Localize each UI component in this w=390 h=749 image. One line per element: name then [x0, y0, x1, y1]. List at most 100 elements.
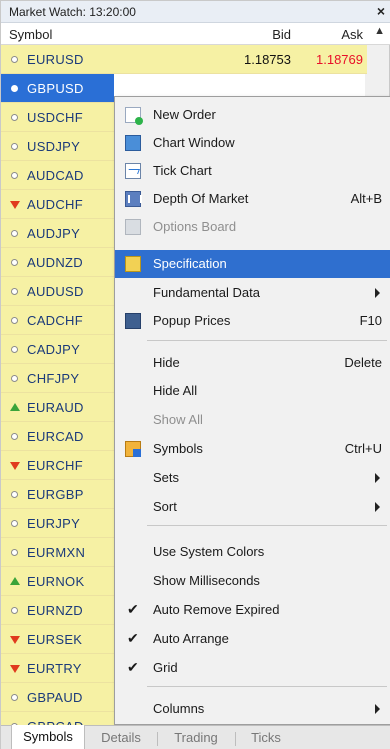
- menu-label: Symbols: [153, 441, 203, 456]
- symbol-name: CADCHF: [27, 313, 83, 328]
- symbol-name: EURGBP: [27, 487, 84, 502]
- symbol-name: AUDUSD: [27, 284, 84, 299]
- table-row[interactable]: EURUSD 1.18753 1.18769: [1, 45, 367, 74]
- menu-label: Hide All: [153, 383, 198, 398]
- neutral-tick-icon: [11, 172, 18, 179]
- menu-item-specification[interactable]: Specification: [115, 250, 390, 278]
- menu-label: Chart Window: [153, 135, 235, 150]
- menu-item-hide[interactable]: Hide Delete: [115, 349, 390, 377]
- table-row[interactable]: EURSEK: [1, 625, 114, 654]
- tab-separator: [157, 732, 158, 746]
- table-row[interactable]: GBPAUD: [1, 683, 114, 712]
- menu-item-columns[interactable]: Columns: [115, 695, 390, 723]
- symbol-name: CHFJPY: [27, 371, 80, 386]
- table-row[interactable]: USDJPY: [1, 132, 114, 161]
- table-row[interactable]: CADCHF: [1, 306, 114, 335]
- column-symbol[interactable]: Symbol: [9, 27, 52, 42]
- symbol-name: EURAUD: [27, 400, 84, 415]
- scroll-up-icon[interactable]: ▲: [374, 25, 385, 37]
- table-row[interactable]: CADJPY: [1, 335, 114, 364]
- uptick-arrow-icon: [10, 403, 20, 411]
- chart-window-icon: [125, 135, 141, 151]
- new-order-icon: [125, 107, 143, 125]
- symbol-name: EURSEK: [27, 632, 83, 647]
- symbol-name: AUDJPY: [27, 226, 81, 241]
- menu-item-chart-window[interactable]: Chart Window: [115, 129, 390, 157]
- symbol-name: EURCHF: [27, 458, 83, 473]
- menu-item-fundamental-data[interactable]: Fundamental Data: [115, 279, 390, 307]
- close-icon[interactable]: ×: [377, 3, 385, 19]
- checkmark-icon: ✔: [127, 659, 139, 675]
- table-row[interactable]: GBPUSD: [1, 74, 114, 103]
- menu-item-tick-chart[interactable]: Tick Chart: [115, 157, 390, 185]
- context-menu: New Order Chart Window Tick Chart Depth …: [114, 96, 390, 725]
- menu-item-sets[interactable]: Sets: [115, 464, 390, 492]
- uptick-arrow-icon: [10, 577, 20, 585]
- menu-label: Show All: [153, 412, 203, 427]
- table-row[interactable]: CHFJPY: [1, 364, 114, 393]
- menu-item-grid[interactable]: ✔ Grid: [115, 654, 390, 682]
- symbol-name: EURCAD: [27, 429, 84, 444]
- checkmark-icon: ✔: [127, 601, 139, 617]
- submenu-arrow-icon: [375, 502, 380, 512]
- neutral-tick-icon: [11, 114, 18, 121]
- table-row[interactable]: EURCHF: [1, 451, 114, 480]
- symbol-name: EURJPY: [27, 516, 81, 531]
- menu-item-show-milliseconds[interactable]: Show Milliseconds: [115, 567, 390, 595]
- neutral-tick-icon: [11, 143, 18, 150]
- tab-symbols[interactable]: Symbols: [11, 725, 85, 749]
- table-row[interactable]: AUDUSD: [1, 277, 114, 306]
- table-row[interactable]: AUDCHF: [1, 190, 114, 219]
- menu-item-sort[interactable]: Sort: [115, 493, 390, 521]
- menu-item-auto-arrange[interactable]: ✔ Auto Arrange: [115, 625, 390, 653]
- menu-item-use-system-colors[interactable]: Use System Colors: [115, 538, 390, 566]
- menu-separator: [147, 525, 387, 526]
- tab-details[interactable]: Details: [87, 726, 155, 749]
- checkmark-icon: ✔: [127, 630, 139, 646]
- table-row[interactable]: EURCAD: [1, 422, 114, 451]
- menu-item-options-board: Options Board: [115, 213, 390, 241]
- table-row[interactable]: EURGBP: [1, 480, 114, 509]
- submenu-arrow-icon: [375, 704, 380, 714]
- window-title: Market Watch: 13:20:00: [9, 5, 136, 19]
- menu-item-auto-remove-expired[interactable]: ✔ Auto Remove Expired: [115, 596, 390, 624]
- menu-item-popup-prices[interactable]: Popup Prices F10: [115, 307, 390, 335]
- table-row[interactable]: AUDNZD: [1, 248, 114, 277]
- menu-label: Auto Arrange: [153, 631, 229, 646]
- neutral-tick-icon: [11, 549, 18, 556]
- bid-price: 1.18753: [244, 52, 291, 67]
- table-row[interactable]: AUDJPY: [1, 219, 114, 248]
- popup-prices-icon: [125, 313, 141, 329]
- menu-item-hide-all[interactable]: Hide All: [115, 377, 390, 405]
- column-bid[interactable]: Bid: [201, 27, 291, 42]
- table-row[interactable]: EURJPY: [1, 509, 114, 538]
- menu-label: Tick Chart: [153, 163, 212, 178]
- table-row[interactable]: EURMXN: [1, 538, 114, 567]
- symbol-name: GBPUSD: [27, 81, 84, 96]
- menu-shortcut: Delete: [344, 355, 382, 370]
- symbol-name: USDCHF: [27, 110, 83, 125]
- menu-label: Sort: [153, 499, 177, 514]
- menu-label: Fundamental Data: [153, 285, 260, 300]
- neutral-tick-icon: [11, 85, 18, 92]
- neutral-tick-icon: [11, 56, 18, 63]
- table-row[interactable]: EURAUD: [1, 393, 114, 422]
- menu-item-depth-of-market[interactable]: Depth Of Market Alt+B: [115, 185, 390, 213]
- tab-trading[interactable]: Trading: [159, 726, 233, 749]
- symbol-name: USDJPY: [27, 139, 81, 154]
- symbols-icon: [125, 441, 141, 457]
- neutral-tick-icon: [11, 433, 18, 440]
- menu-item-new-order[interactable]: New Order: [115, 101, 390, 129]
- table-row[interactable]: USDCHF: [1, 103, 114, 132]
- tab-ticks[interactable]: Ticks: [237, 726, 295, 749]
- downtick-arrow-icon: [10, 665, 20, 673]
- column-ask[interactable]: Ask: [291, 27, 363, 42]
- neutral-tick-icon: [11, 375, 18, 382]
- table-row[interactable]: EURTRY: [1, 654, 114, 683]
- tab-separator: [235, 732, 236, 746]
- options-board-icon: [125, 219, 141, 235]
- menu-item-symbols[interactable]: Symbols Ctrl+U: [115, 435, 390, 463]
- table-row[interactable]: AUDCAD: [1, 161, 114, 190]
- table-row[interactable]: EURNOK: [1, 567, 114, 596]
- table-row[interactable]: EURNZD: [1, 596, 114, 625]
